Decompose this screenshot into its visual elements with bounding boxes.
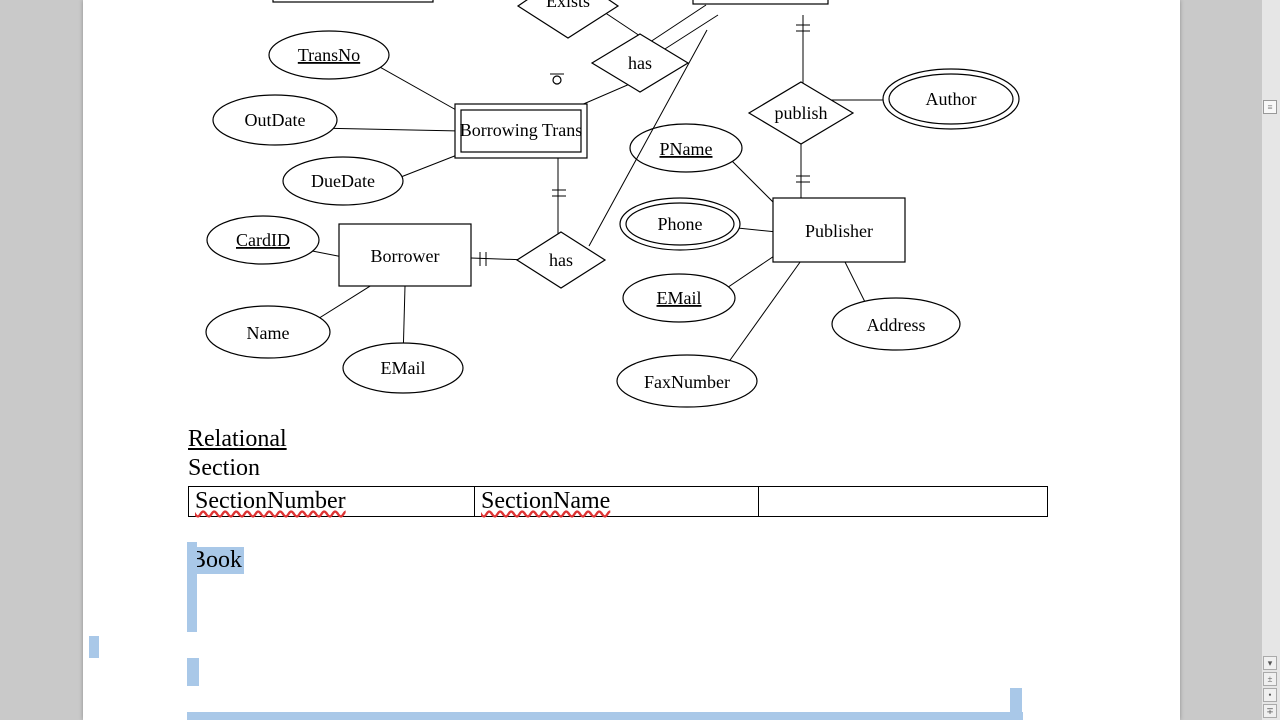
selection-mark	[187, 570, 197, 632]
scroll-browse-buttons[interactable]: ▾ ± • ∓	[1263, 654, 1277, 718]
browse-next-icon[interactable]: ∓	[1263, 704, 1277, 718]
attr-duedate: DueDate	[311, 171, 375, 191]
attr-faxnumber: FaxNumber	[644, 372, 730, 392]
attr-address: Address	[867, 315, 926, 335]
browse-object-icon[interactable]: •	[1263, 688, 1277, 702]
document-page: Exists Book has publish Author Borrowing…	[83, 0, 1180, 720]
rel-exists: Exists	[546, 0, 590, 11]
entity-borrowing-trans: Borrowing Trans	[460, 120, 583, 140]
attr-author: Author	[926, 89, 977, 109]
relational-section: Relational Section SectionNumber Section…	[188, 426, 1058, 574]
relational-heading: Relational	[188, 426, 1058, 453]
selection-mark	[187, 658, 199, 686]
rel-has-1: has	[628, 53, 652, 73]
attr-name: Name	[247, 323, 290, 343]
attr-transno: TransNo	[298, 45, 360, 65]
table-section-schema: SectionNumber SectionName	[188, 486, 1048, 517]
selection-mark	[1010, 688, 1022, 712]
selection-mark	[187, 712, 1023, 720]
attr-email-borrower: EMail	[381, 358, 426, 378]
selection-mark	[89, 636, 99, 658]
entity-borrower: Borrower	[371, 246, 440, 266]
col-sectionname: SectionName	[481, 488, 610, 514]
attr-pname: PName	[660, 139, 713, 159]
er-diagram: Exists Book has publish Author Borrowing…	[83, 0, 1180, 410]
scroll-down-icon[interactable]: ▾	[1263, 656, 1277, 670]
table-name-section: Section	[188, 455, 1058, 482]
attr-cardid: CardID	[236, 230, 290, 250]
col-sectionnumber: SectionNumber	[195, 488, 346, 514]
ruler-toggle-icon[interactable]: ≡	[1263, 100, 1277, 114]
rel-publish: publish	[774, 103, 827, 123]
right-rail: ≡ ▾ ± • ∓	[1262, 0, 1280, 720]
col-empty	[759, 487, 1048, 517]
attr-outdate: OutDate	[245, 110, 306, 130]
rel-has-2: has	[549, 250, 573, 270]
attr-email-pub: EMail	[657, 288, 702, 308]
browse-prev-icon[interactable]: ±	[1263, 672, 1277, 686]
attr-phone: Phone	[658, 214, 703, 234]
entity-publisher: Publisher	[805, 221, 873, 241]
